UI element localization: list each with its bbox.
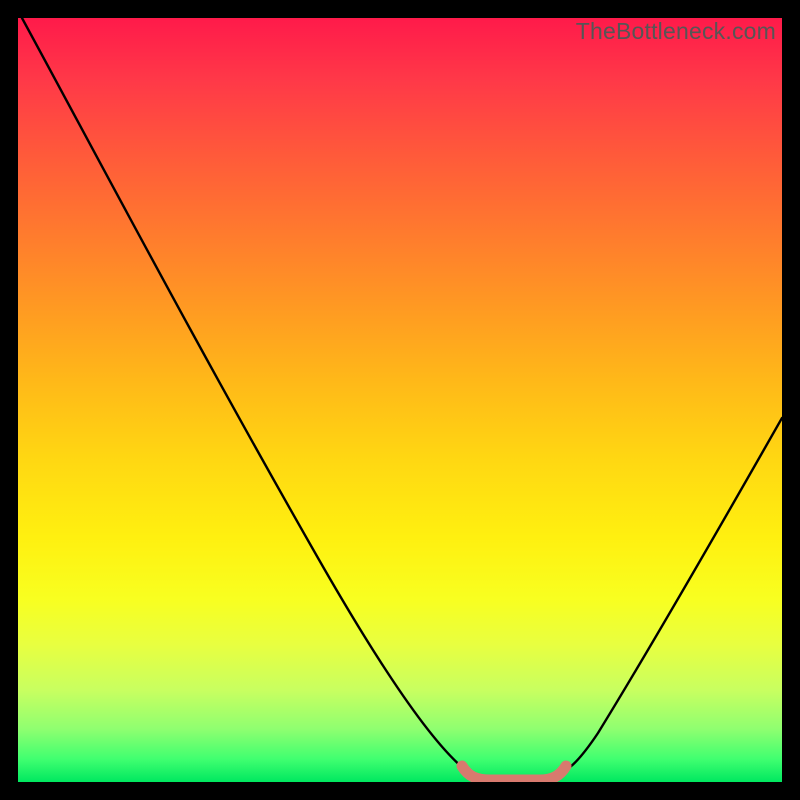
watermark-text: TheBottleneck.com [576,18,776,45]
chart-frame: TheBottleneck.com [0,0,800,800]
curve-svg [18,18,782,782]
valley-marker [462,766,566,780]
bottleneck-curve [22,18,782,779]
plot-area: TheBottleneck.com [18,18,782,782]
